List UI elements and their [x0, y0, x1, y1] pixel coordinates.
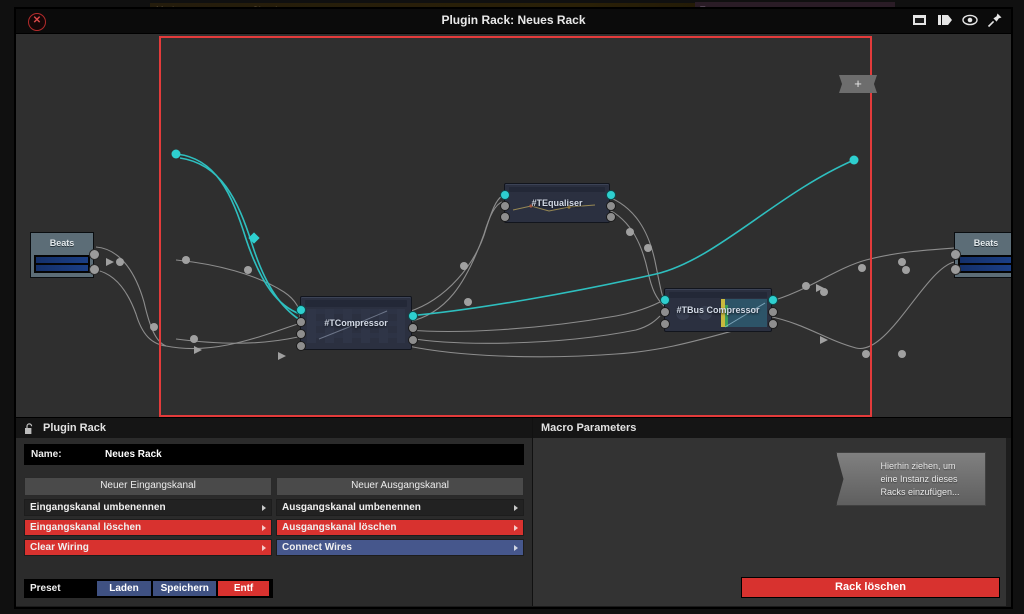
application-root: Marker Chords Chords Tonspur ✕ Plugin Ra… [0, 0, 1024, 614]
preset-row: Preset Laden Speichern Entf [24, 579, 273, 598]
plugin-rack-panel: Plugin Rack Name: Neues Rack Neuer Einga… [16, 418, 533, 606]
rename-input-channel-button[interactable]: Eingangskanal umbenennen [24, 499, 272, 516]
collapse-panel-icon[interactable] [937, 12, 953, 28]
chevron-right-icon [262, 505, 266, 511]
rename-output-channel-label: Ausgangskanal umbenennen [282, 502, 421, 513]
delete-input-channel-label: Eingangskanal löschen [30, 522, 142, 533]
clear-wiring-button[interactable]: Clear Wiring [24, 539, 272, 556]
equaliser-out-3[interactable] [606, 212, 616, 222]
preset-delete-button[interactable]: Entf [218, 581, 269, 596]
plugin-node-equaliser[interactable]: #TEqualiser [500, 183, 616, 223]
window-titlebar: ✕ Plugin Rack: Neues Rack [16, 9, 1011, 33]
output-channel-node[interactable]: Beats [950, 232, 1011, 278]
compressor-in-4[interactable] [296, 341, 306, 351]
dropzone-text: Hierhin ziehen, um eine Instanz dieses R… [880, 460, 960, 497]
chevron-right-icon [514, 545, 518, 551]
plugin-rack-header: Plugin Rack [16, 418, 532, 438]
delete-rack-button[interactable]: Rack löschen [741, 577, 1000, 598]
unlocked-padlock-icon[interactable] [24, 422, 35, 434]
node-graph-canvas[interactable]: + + + + + Beats Beats [16, 33, 1011, 417]
input-channel-column: Neuer Eingangskanal Eingangskanal umbene… [24, 477, 272, 556]
connect-wires-label: Connect Wires [282, 542, 352, 553]
rack-name-value[interactable]: Neues Rack [105, 449, 162, 460]
macro-parameters-panel: Macro Parameters Hierhin ziehen, um eine… [533, 418, 1011, 606]
chevron-right-icon [514, 525, 518, 531]
input-port-2[interactable] [89, 264, 100, 275]
preset-save-button[interactable]: Speichern [153, 581, 217, 596]
output-channel-label: Beats [973, 238, 999, 248]
compressor-out-1[interactable] [408, 311, 418, 321]
input-channel-label: Beats [49, 238, 75, 248]
compressor-out-2[interactable] [408, 323, 418, 333]
rack-name-label: Name: [31, 449, 62, 460]
equaliser-out-2[interactable] [606, 201, 616, 211]
connect-wires-button[interactable]: Connect Wires [276, 539, 524, 556]
preset-load-button[interactable]: Laden [96, 581, 152, 596]
macro-parameters-title: Macro Parameters [541, 422, 637, 434]
macro-panel-scrollbar[interactable] [1006, 438, 1011, 606]
bus-compressor-out-2[interactable] [768, 307, 778, 317]
output-channel-column: Neuer Ausgangskanal Ausgangskanal umbene… [276, 477, 524, 556]
pin-icon[interactable] [987, 12, 1003, 28]
delete-output-channel-button[interactable]: Ausgangskanal löschen [276, 519, 524, 536]
compressor-in-2[interactable] [296, 317, 306, 327]
rename-output-channel-button[interactable]: Ausgangskanal umbenennen [276, 499, 524, 516]
equaliser-out-1[interactable] [606, 190, 616, 200]
output-meters [958, 255, 1011, 273]
restore-window-icon[interactable] [912, 12, 928, 28]
macro-parameters-body[interactable]: Hierhin ziehen, um eine Instanz dieses R… [533, 438, 1011, 606]
bus-compressor-out-1[interactable] [768, 295, 778, 305]
preset-label: Preset [30, 583, 61, 594]
input-channel-node[interactable]: Beats [30, 232, 100, 278]
plugin-node-compressor[interactable]: #TCompressor [296, 296, 418, 351]
titlebar-icon-group [912, 12, 1003, 28]
bus-compressor-in-3[interactable] [660, 319, 670, 329]
output-port-2[interactable] [950, 264, 961, 275]
new-input-channel-button[interactable]: Neuer Eingangskanal [24, 477, 272, 496]
chevron-right-icon [514, 505, 518, 511]
bus-compressor-in-1[interactable] [660, 295, 670, 305]
new-output-channel-button[interactable]: Neuer Ausgangskanal [276, 477, 524, 496]
bus-compressor-in-2[interactable] [660, 307, 670, 317]
plugin-node-equaliser-label: #TEqualiser [531, 198, 583, 208]
compressor-in-1[interactable] [296, 305, 306, 315]
chevron-right-icon [262, 525, 266, 531]
bottom-panels: Plugin Rack Name: Neues Rack Neuer Einga… [16, 417, 1011, 606]
add-plugin-button[interactable]: + [839, 75, 877, 93]
plugin-rack-title: Plugin Rack [43, 422, 106, 434]
rack-instance-dropzone[interactable]: Hierhin ziehen, um eine Instanz dieses R… [836, 452, 986, 506]
delete-output-channel-label: Ausgangskanal löschen [282, 522, 397, 533]
plugin-node-compressor-label: #TCompressor [324, 318, 388, 328]
equaliser-in-2[interactable] [500, 201, 510, 211]
equaliser-in-3[interactable] [500, 212, 510, 222]
compressor-in-3[interactable] [296, 329, 306, 339]
window-title: Plugin Rack: Neues Rack [441, 13, 586, 27]
rack-name-row[interactable]: Name: Neues Rack [24, 444, 524, 465]
rename-input-channel-label: Eingangskanal umbenennen [30, 502, 166, 513]
clear-wiring-label: Clear Wiring [30, 542, 89, 553]
input-port-1[interactable] [89, 249, 100, 260]
eye-visibility-icon[interactable] [962, 12, 978, 28]
macro-parameters-header: Macro Parameters [533, 418, 1011, 438]
bus-compressor-out-3[interactable] [768, 319, 778, 329]
plugin-rack-window: ✕ Plugin Rack: Neues Rack + Beats Beats … [15, 8, 1012, 608]
delete-input-channel-button[interactable]: Eingangskanal löschen [24, 519, 272, 536]
plugin-node-bus-compressor-label: #TBus Compressor [676, 305, 760, 315]
output-port-1[interactable] [950, 249, 961, 260]
compressor-out-3[interactable] [408, 335, 418, 345]
chevron-right-icon [262, 545, 266, 551]
equaliser-in-1[interactable] [500, 190, 510, 200]
input-meters [34, 255, 90, 273]
plugin-node-bus-compressor[interactable]: #TBus Compressor [660, 288, 778, 332]
channel-button-columns: Neuer Eingangskanal Eingangskanal umbene… [24, 477, 524, 556]
